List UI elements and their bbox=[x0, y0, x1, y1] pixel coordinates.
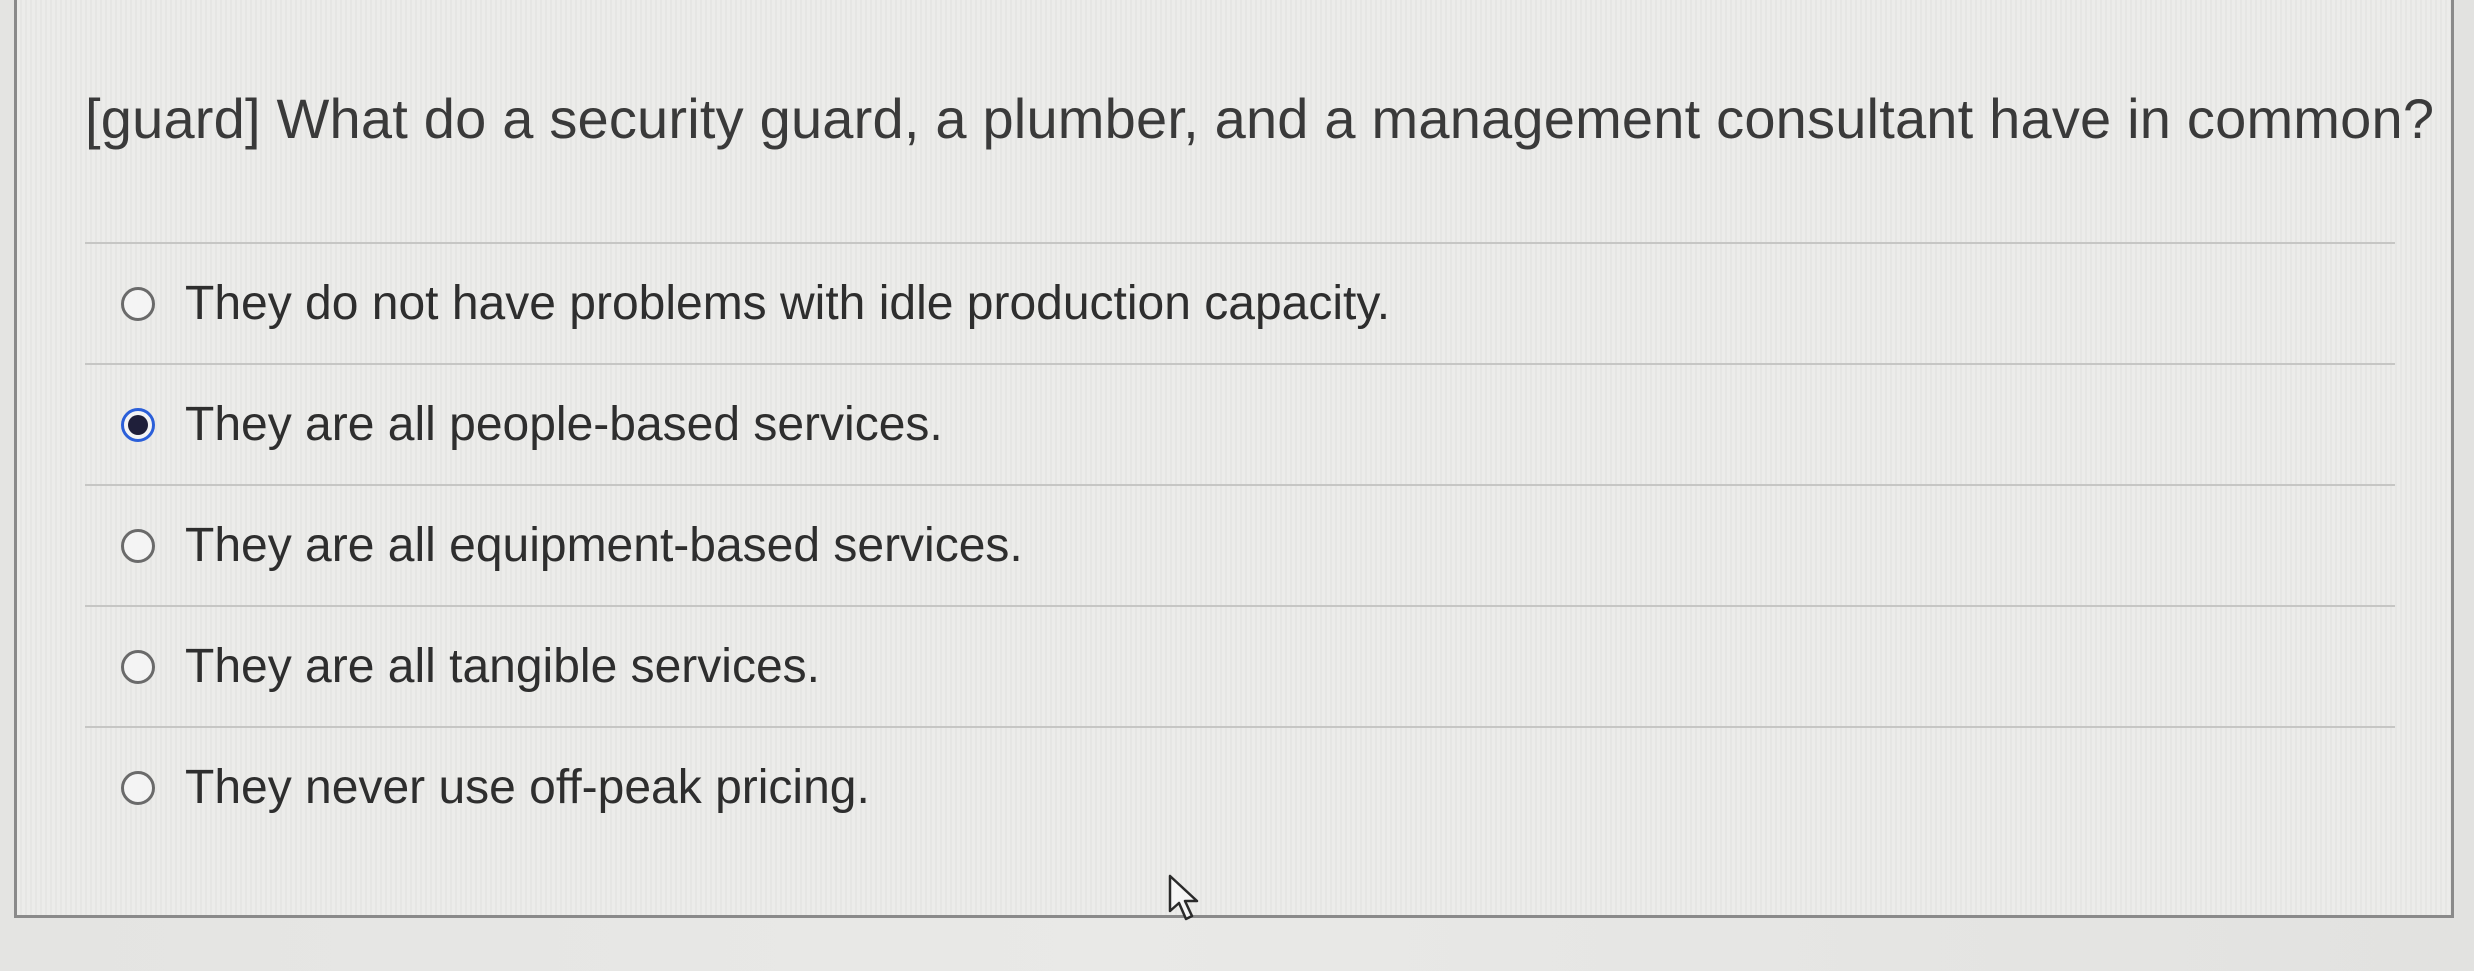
question-text: [guard] What do a security guard, a plum… bbox=[85, 87, 2435, 150]
answer-label-5: They never use off-peak pricing. bbox=[185, 761, 870, 814]
answer-option-3[interactable]: They are all equipment-based services. bbox=[85, 486, 2395, 605]
question-card: [guard] What do a security guard, a plum… bbox=[14, 0, 2454, 918]
answer-label-3: They are all equipment-based services. bbox=[185, 519, 1023, 572]
answer-label-2: They are all people-based services. bbox=[185, 398, 943, 451]
answer-label-1: They do not have problems with idle prod… bbox=[185, 277, 1391, 330]
answer-option-5[interactable]: They never use off-peak pricing. bbox=[85, 728, 2395, 847]
mouse-pointer-icon bbox=[1168, 874, 1199, 921]
answer-option-2[interactable]: They are all people-based services. bbox=[85, 365, 2395, 484]
radio-button-3[interactable] bbox=[121, 528, 155, 563]
radio-button-2-selected[interactable] bbox=[121, 407, 155, 442]
radio-button-1[interactable] bbox=[121, 286, 155, 321]
answer-option-1[interactable]: They do not have problems with idle prod… bbox=[85, 244, 2395, 363]
radio-button-4[interactable] bbox=[121, 649, 155, 684]
radio-selected-dot bbox=[128, 414, 148, 435]
answer-option-4[interactable]: They are all tangible services. bbox=[85, 607, 2395, 726]
answer-label-4: They are all tangible services. bbox=[185, 640, 820, 693]
radio-button-5[interactable] bbox=[121, 770, 155, 805]
answer-list: They do not have problems with idle prod… bbox=[85, 242, 2395, 847]
